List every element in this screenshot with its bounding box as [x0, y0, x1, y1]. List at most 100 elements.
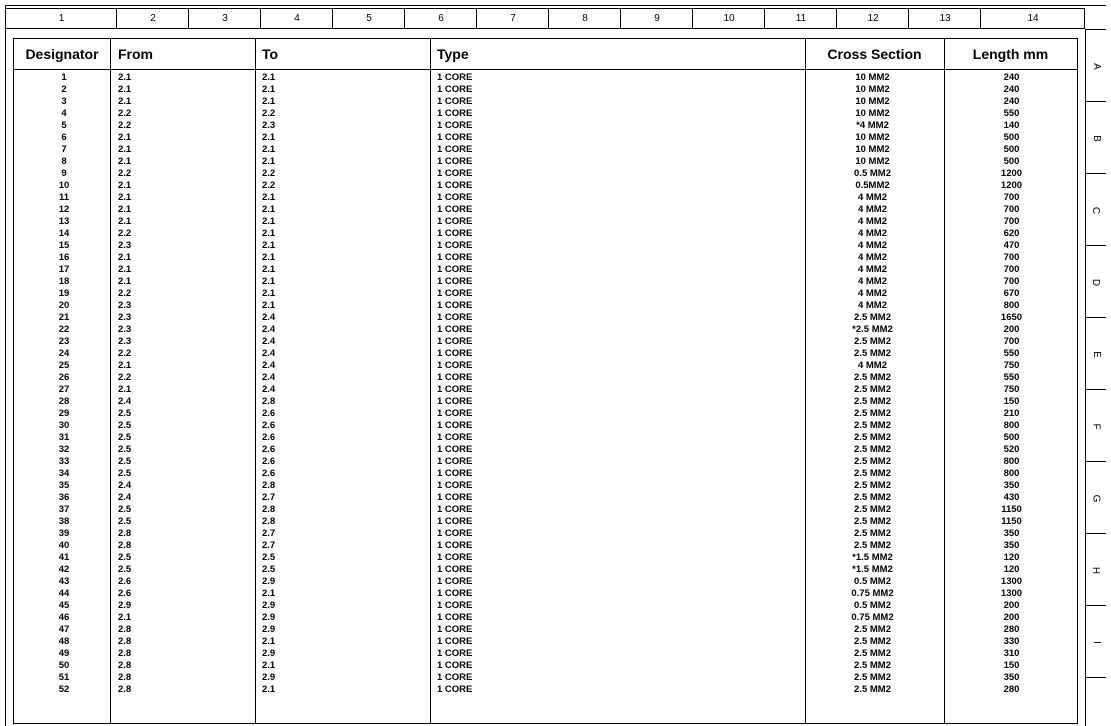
cell-to: 2.1	[262, 636, 276, 647]
cell-designator: 9	[61, 168, 67, 179]
cell-cross-section: *1.5 MM2	[852, 552, 893, 563]
cell-from: 2.8	[118, 660, 132, 671]
column-ruler-label: 12	[867, 13, 879, 24]
cell-type: 1 CORE	[437, 360, 473, 371]
cell-cross-section: 2.5 MM2	[854, 504, 891, 515]
row-ruler: A B C D E F G H I	[1085, 29, 1106, 726]
cell-to: 2.4	[262, 324, 276, 335]
cell-from: 2.1	[118, 204, 132, 215]
cell-length: 1300	[1000, 588, 1023, 599]
cell-length: 350	[1003, 480, 1020, 491]
cell-length: 120	[1003, 564, 1020, 575]
table-row: 29 2.5 2.6 1 CORE 2.5 MM2 210	[14, 408, 1077, 420]
row-ruler-label: B	[1086, 102, 1106, 174]
table-row: 26 2.2 2.4 1 CORE 2.5 MM2 550	[14, 372, 1077, 384]
cell-from: 2.1	[118, 264, 132, 275]
cell-type: 1 CORE	[437, 264, 473, 275]
cell-to: 2.1	[262, 252, 276, 263]
cell-to: 2.1	[262, 588, 276, 599]
cell-designator: 39	[58, 528, 70, 539]
cell-designator: 10	[58, 180, 70, 191]
cell-cross-section: 2.5 MM2	[854, 384, 891, 395]
cell-to: 2.1	[262, 84, 276, 95]
cell-cross-section: 0.5 MM2	[854, 600, 891, 611]
cell-cross-section: 2.5 MM2	[854, 396, 891, 407]
header-cross-section: Cross Section	[827, 46, 922, 62]
cell-type: 1 CORE	[437, 492, 473, 503]
table-row: 36 2.4 2.7 1 CORE 2.5 MM2 430	[14, 492, 1077, 504]
cell-designator: 18	[58, 276, 70, 287]
cell-from: 2.4	[118, 492, 132, 503]
cell-to: 2.4	[262, 336, 276, 347]
cell-type: 1 CORE	[437, 684, 473, 695]
cell-from: 2.8	[118, 528, 132, 539]
cell-designator: 20	[58, 300, 70, 311]
cell-designator: 11	[58, 192, 70, 203]
cell-length: 500	[1003, 144, 1020, 155]
cell-cross-section: 4 MM2	[857, 300, 888, 311]
cell-cross-section: 2.5 MM2	[854, 432, 891, 443]
cell-length: 750	[1003, 384, 1020, 395]
cell-to: 2.9	[262, 576, 276, 587]
cell-length: 700	[1003, 252, 1020, 263]
column-ruler-label: 4	[294, 13, 300, 24]
cell-to: 2.6	[262, 468, 276, 479]
header-designator: Designator	[25, 46, 99, 62]
table-row: 21 2.3 2.4 1 CORE 2.5 MM2 1650	[14, 312, 1077, 324]
table-row: 27 2.1 2.4 1 CORE 2.5 MM2 750	[14, 384, 1077, 396]
cell-designator: 1	[61, 72, 67, 83]
cell-length: 550	[1003, 372, 1020, 383]
cell-cross-section: 2.5 MM2	[854, 312, 891, 323]
header-length: Length mm	[972, 46, 1049, 62]
table-row: 37 2.5 2.8 1 CORE 2.5 MM2 1150	[14, 504, 1077, 516]
cell-length: 1300	[1000, 576, 1023, 587]
column-ruler-label: 5	[366, 13, 372, 24]
table-row: 28 2.4 2.8 1 CORE 2.5 MM2 150	[14, 396, 1077, 408]
cell-cross-section: 2.5 MM2	[854, 420, 891, 431]
cell-length: 240	[1003, 96, 1020, 107]
cell-designator: 38	[58, 516, 70, 527]
cell-length: 350	[1003, 540, 1020, 551]
cell-type: 1 CORE	[437, 624, 473, 635]
cell-from: 2.3	[118, 240, 132, 251]
cell-length: 800	[1003, 300, 1020, 311]
cell-designator: 45	[58, 600, 70, 611]
table-row: 30 2.5 2.6 1 CORE 2.5 MM2 800	[14, 420, 1077, 432]
cell-designator: 44	[58, 588, 70, 599]
cell-designator: 36	[58, 492, 70, 503]
cell-designator: 7	[61, 144, 67, 155]
cell-cross-section: 4 MM2	[857, 192, 888, 203]
table-row: 9 2.2 2.2 1 CORE 0.5 MM2 1200	[14, 168, 1077, 180]
cell-cross-section: 2.5 MM2	[854, 408, 891, 419]
cell-length: 700	[1003, 216, 1020, 227]
table-row: 24 2.2 2.4 1 CORE 2.5 MM2 550	[14, 348, 1077, 360]
cell-designator: 40	[58, 540, 70, 551]
cell-designator: 29	[58, 408, 70, 419]
cell-designator: 51	[58, 672, 70, 683]
cell-to: 2.9	[262, 600, 276, 611]
table-row: 52 2.8 2.1 1 CORE 2.5 MM2 280	[14, 684, 1077, 696]
table-row: 18 2.1 2.1 1 CORE 4 MM2 700	[14, 276, 1077, 288]
column-ruler-label: 8	[582, 13, 588, 24]
header-to: To	[262, 46, 279, 62]
cell-designator: 33	[58, 456, 70, 467]
cell-from: 2.5	[118, 564, 132, 575]
cell-type: 1 CORE	[437, 552, 473, 563]
cell-designator: 31	[58, 432, 70, 443]
cell-cross-section: 2.5 MM2	[854, 636, 891, 647]
cell-type: 1 CORE	[437, 588, 473, 599]
table-row: 32 2.5 2.6 1 CORE 2.5 MM2 520	[14, 444, 1077, 456]
row-ruler-letter: C	[1090, 206, 1102, 214]
cell-designator: 15	[58, 240, 70, 251]
cell-cross-section: 2.5 MM2	[854, 648, 891, 659]
cell-to: 2.8	[262, 396, 276, 407]
column-ruler-label: 13	[939, 13, 951, 24]
cell-type: 1 CORE	[437, 168, 473, 179]
cell-from: 2.9	[118, 600, 132, 611]
cell-length: 800	[1003, 420, 1020, 431]
cell-from: 2.4	[118, 480, 132, 491]
cell-length: 550	[1003, 348, 1020, 359]
cell-designator: 3	[61, 96, 67, 107]
cell-from: 2.5	[118, 516, 132, 527]
cell-designator: 5	[61, 120, 67, 131]
